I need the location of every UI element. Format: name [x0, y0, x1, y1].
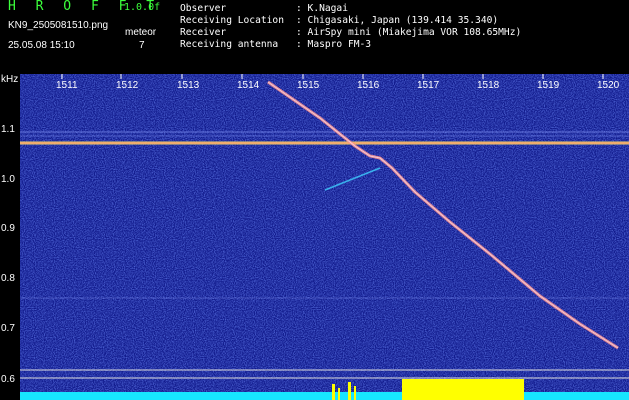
- antenna-label: Receiving antenna: [180, 39, 279, 50]
- spectrum-peak: [402, 379, 524, 400]
- y-axis-unit: kHz: [1, 74, 19, 85]
- y-tick-label: 0.9: [1, 223, 15, 234]
- x-tick-label: 1519: [537, 80, 560, 91]
- x-tick-label: 1512: [116, 80, 139, 91]
- x-tick-label: 1518: [477, 80, 500, 91]
- y-tick-label: 0.8: [1, 273, 15, 284]
- app-version: 1.0.0f: [124, 2, 161, 13]
- x-tick-label: 1520: [597, 80, 620, 91]
- spectrogram: [20, 74, 629, 400]
- location-value: : Chigasaki, Japan (139.414 35.340): [296, 15, 499, 26]
- y-tick-label: 0.6: [1, 374, 15, 385]
- y-tick-label: 0.7: [1, 323, 15, 334]
- spectrum-base: [20, 392, 629, 400]
- observer-label: Observer: [180, 3, 227, 14]
- x-tick-label: 1513: [177, 80, 200, 91]
- x-tick-label: 1514: [237, 80, 260, 91]
- observation-datetime: 25.05.08 15:10: [8, 40, 75, 51]
- x-tick-label: 1516: [357, 80, 380, 91]
- receiver-label: Receiver: [180, 27, 227, 38]
- location-label: Receiving Location: [180, 15, 284, 26]
- y-tick-label: 1.0: [1, 174, 15, 185]
- header-panel: H R O F F T 1.0.0f KN9_2505081510.png me…: [0, 0, 629, 74]
- observer-value: : K.Nagai: [296, 3, 348, 14]
- meteor-label: meteor: [125, 27, 157, 38]
- receiver-value: : AirSpy mini (Miakejima VOR 108.65MHz): [296, 27, 522, 38]
- x-tick-label: 1517: [417, 80, 440, 91]
- y-tick-label: 1.1: [1, 124, 15, 135]
- x-tick-label: 1511: [56, 80, 78, 91]
- meteor-count: 7: [139, 40, 145, 51]
- y-axis-panel: kHz 1.1 1.0 0.9 0.8 0.7 0.6: [0, 74, 20, 400]
- antenna-value: : Maspro FM-3: [296, 39, 372, 50]
- file-name: KN9_2505081510.png: [8, 20, 109, 31]
- x-tick-label: 1515: [297, 80, 320, 91]
